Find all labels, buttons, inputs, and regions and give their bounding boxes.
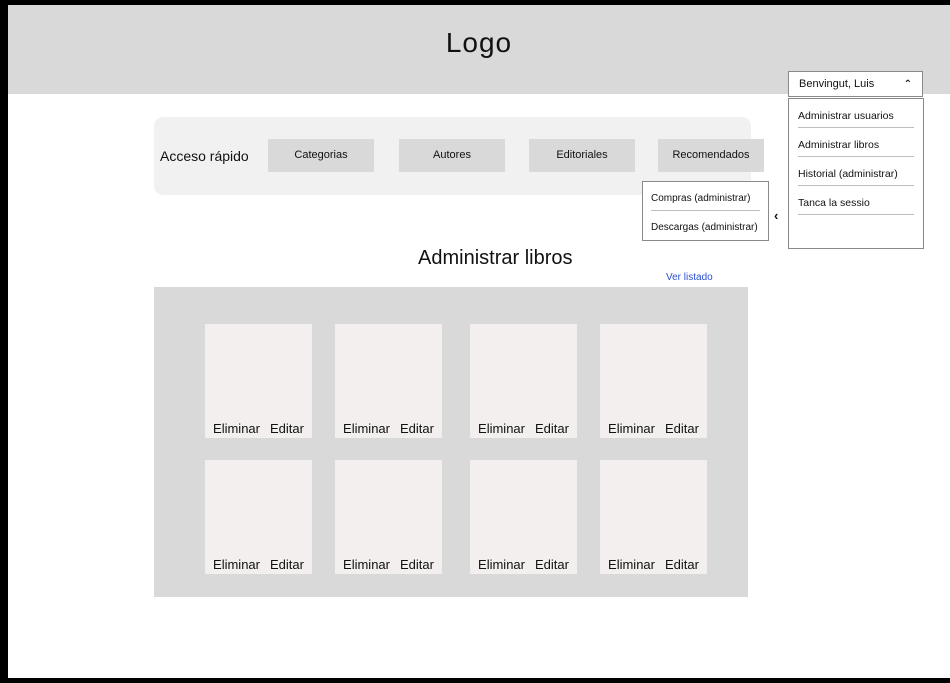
chevron-up-icon: ⌃ <box>903 78 912 90</box>
categories-button[interactable]: Categorias <box>268 139 374 172</box>
book-card: Eliminar Editar <box>335 324 442 438</box>
logo: Logo <box>445 27 513 58</box>
edit-button[interactable]: Editar <box>665 421 699 436</box>
delete-button[interactable]: Eliminar <box>478 421 525 436</box>
account-menu: Administrar usuarios Administrar libros … <box>788 98 924 249</box>
submenu-item-downloads[interactable]: Descargas (administrar) <box>651 211 760 240</box>
app-frame: Logo Benvingut, Luis ⌃ Administrar usuar… <box>8 5 950 678</box>
delete-button[interactable]: Eliminar <box>608 421 655 436</box>
recommended-submenu: Compras (administrar) Descargas (adminis… <box>642 181 769 241</box>
menu-item-manage-books[interactable]: Administrar libros <box>798 128 914 157</box>
book-card: Eliminar Editar <box>205 460 312 574</box>
delete-button[interactable]: Eliminar <box>213 557 260 572</box>
account-greeting: Benvingut, Luis <box>799 78 875 90</box>
edit-button[interactable]: Editar <box>270 557 304 572</box>
edit-button[interactable]: Editar <box>400 421 434 436</box>
delete-button[interactable]: Eliminar <box>213 421 260 436</box>
book-card: Eliminar Editar <box>600 324 707 438</box>
delete-button[interactable]: Eliminar <box>478 557 525 572</box>
edit-button[interactable]: Editar <box>665 557 699 572</box>
delete-button[interactable]: Eliminar <box>343 421 390 436</box>
account-dropdown-button[interactable]: Benvingut, Luis ⌃ <box>788 71 923 97</box>
book-card: Eliminar Editar <box>470 324 577 438</box>
menu-item-logout[interactable]: Tanca la sessio <box>798 186 914 215</box>
edit-button[interactable]: Editar <box>535 421 569 436</box>
delete-button[interactable]: Eliminar <box>608 557 655 572</box>
view-list-link[interactable]: Ver listado <box>666 272 713 283</box>
book-card: Eliminar Editar <box>205 324 312 438</box>
chevron-left-icon[interactable]: ‹ <box>774 208 778 223</box>
edit-button[interactable]: Editar <box>400 557 434 572</box>
book-card: Eliminar Editar <box>470 460 577 574</box>
menu-item-manage-users[interactable]: Administrar usuarios <box>798 99 914 128</box>
quick-access-label: Acceso rápido <box>160 148 249 164</box>
publishers-button[interactable]: Editoriales <box>529 139 635 172</box>
edit-button[interactable]: Editar <box>535 557 569 572</box>
book-card: Eliminar Editar <box>335 460 442 574</box>
delete-button[interactable]: Eliminar <box>343 557 390 572</box>
submenu-item-purchases[interactable]: Compras (administrar) <box>651 182 760 211</box>
recommended-button[interactable]: Recomendados <box>658 139 764 172</box>
menu-item-history[interactable]: Historial (administrar) <box>798 157 914 186</box>
book-grid: Eliminar Editar Eliminar Editar Eliminar Ed… <box>154 287 748 597</box>
book-card: Eliminar Editar <box>600 460 707 574</box>
edit-button[interactable]: Editar <box>270 421 304 436</box>
page-title: Administrar libros <box>418 247 573 269</box>
authors-button[interactable]: Autores <box>399 139 505 172</box>
